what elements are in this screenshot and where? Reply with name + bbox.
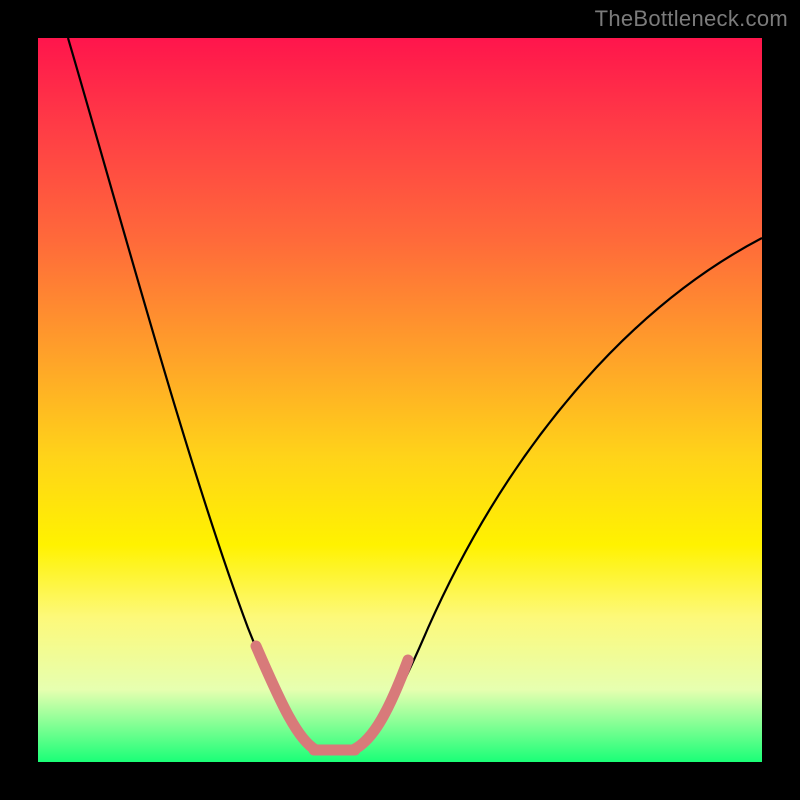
highlight-left: [256, 646, 316, 750]
watermark: TheBottleneck.com: [595, 6, 788, 32]
curve-path: [68, 38, 762, 750]
highlight-right: [353, 660, 408, 750]
plot-area: [38, 38, 762, 762]
bottleneck-curve: [38, 38, 762, 762]
chart-frame: TheBottleneck.com: [0, 0, 800, 800]
